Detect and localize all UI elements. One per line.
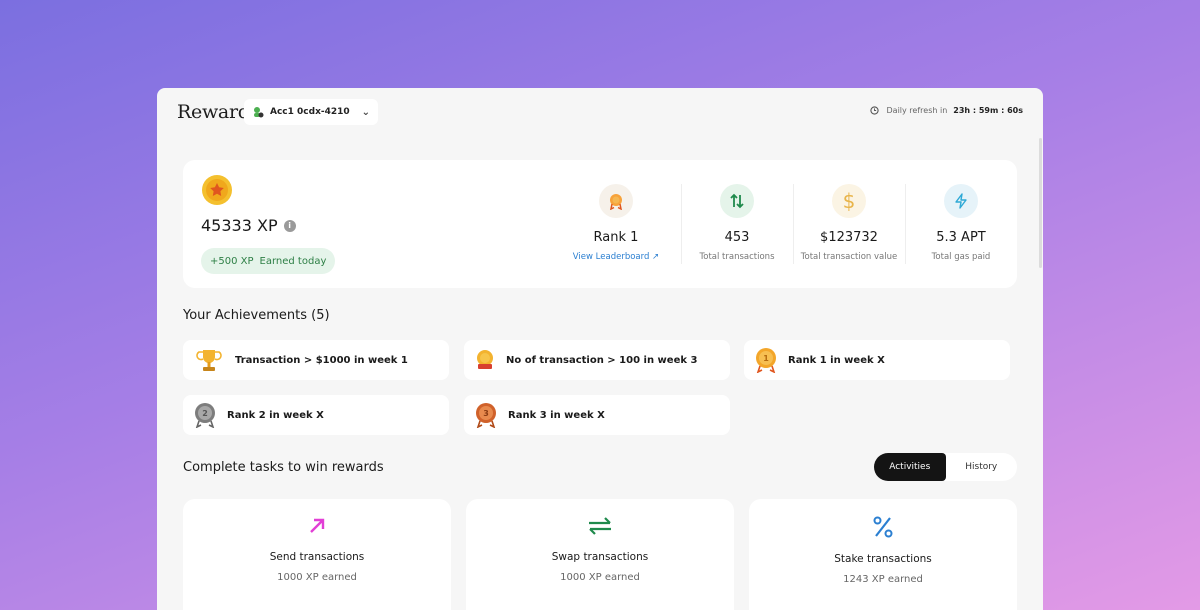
xp-summary-card: 45333 XP i +500 XP Earned today Rank 1 V… [183,160,1017,288]
transactions-value: 453 [724,230,750,245]
earned-today-amount: +500 XP [210,255,254,267]
gas-value: 5.3 APT [936,230,986,245]
dollar-icon: $ [832,184,866,218]
trophy-icon [196,350,222,371]
task-xp: 1000 XP earned [277,572,357,583]
achievement-card[interactable]: Transaction > $1000 in week 1 [183,340,449,380]
svg-text:3: 3 [483,409,489,418]
medal-icon [599,184,633,218]
achievement-card[interactable]: 2 Rank 2 in week X [183,395,449,435]
task-card-swap[interactable]: Swap transactions 1000 XP earned [466,499,734,610]
gas-label: Total gas paid [931,252,991,262]
bronze-medal-icon: 3 [476,403,496,428]
stat-gas-paid: 5.3 APT Total gas paid [906,184,1016,262]
achievement-card[interactable]: 3 Rank 3 in week X [464,395,730,435]
refresh-time: 23h : 59m : 60s [953,106,1023,115]
xp-total: 45333 XP i [201,216,296,235]
tasks-tab-toggle: Activities History [874,453,1017,481]
xp-total-value: 45333 XP [201,216,278,235]
task-xp: 1000 XP earned [560,572,640,583]
gold-medal-icon: 1 [756,348,776,373]
achievement-label: Rank 2 in week X [227,409,324,421]
achievement-label: Rank 1 in week X [788,354,885,366]
account-label: Acc1 0cdx-4210 [270,107,350,117]
badge-icon [477,350,493,369]
stat-rank: Rank 1 View Leaderboard ↗ [561,184,671,262]
task-title: Swap transactions [551,551,649,563]
tab-history[interactable]: History [946,453,1018,481]
achievement-label: Rank 3 in week X [508,409,605,421]
achievement-label: Transaction > $1000 in week 1 [235,354,408,366]
xp-coin-icon [202,175,232,205]
svg-text:1: 1 [763,354,769,363]
achievement-card[interactable]: 1 Rank 1 in week X [744,340,1010,380]
arrows-updown-icon [720,184,754,218]
task-xp: 1243 XP earned [843,574,923,585]
earned-today-label: Earned today [259,255,327,267]
task-title: Send transactions [269,551,365,563]
view-leaderboard-link[interactable]: View Leaderboard ↗ [561,252,671,262]
chevron-down-icon: ⌄ [361,106,370,118]
achievement-label: No of transaction > 100 in week 3 [506,354,698,366]
send-arrow-icon [310,518,325,533]
achievements-title: Your Achievements (5) [183,308,330,323]
svg-text:2: 2 [202,409,208,418]
stat-transaction-value: $ $123732 Total transaction value [794,184,904,262]
rank-value: Rank 1 [593,230,639,245]
daily-refresh-timer: Daily refresh in 23h : 59m : 60s [869,106,1023,115]
swap-icon [589,517,611,535]
transactions-label: Total transactions [699,252,775,262]
scrollbar-thumb[interactable] [1039,138,1042,268]
transaction-value: $123732 [820,230,878,245]
silver-medal-icon: 2 [195,403,215,428]
transaction-value-label: Total transaction value [800,252,898,262]
task-title: Stake transactions [834,553,932,565]
refresh-label: Daily refresh in [886,106,948,115]
info-icon[interactable]: i [283,219,296,232]
task-card-send[interactable]: Send transactions 1000 XP earned [183,499,451,610]
achievement-card[interactable]: No of transaction > 100 in week 3 [464,340,730,380]
tasks-title: Complete tasks to win rewards [183,460,384,475]
rewards-window: Rewards Acc1 0cdx-4210 ⌄ Daily refresh i… [157,88,1043,610]
lightning-icon [944,184,978,218]
clock-icon [869,106,879,115]
tab-activities[interactable]: Activities [874,453,946,481]
stat-total-transactions: 453 Total transactions [682,184,792,262]
account-selector[interactable]: Acc1 0cdx-4210 ⌄ [244,99,378,125]
account-icon [254,107,264,118]
earned-today-badge: +500 XP Earned today [201,248,336,274]
percent-icon [873,516,893,538]
task-card-stake[interactable]: Stake transactions 1243 XP earned [749,499,1017,610]
